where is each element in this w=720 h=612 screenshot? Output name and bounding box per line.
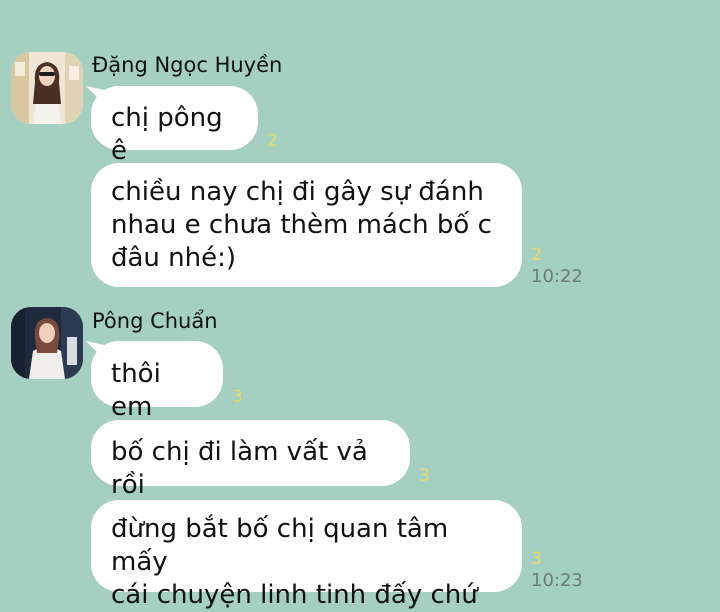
- message-text: cái chuyện linh tinh đấy chứ: [111, 580, 478, 610]
- sender-name: Pông Chuẩn: [92, 309, 218, 333]
- read-count: 2: [267, 131, 278, 151]
- message-bubble[interactable]: bố chị đi làm vất vả rồi: [91, 420, 410, 500]
- read-count: 3: [232, 387, 243, 407]
- message-bubble[interactable]: chiều nay chị đi gây sự đánh nhau e chưa…: [91, 163, 522, 287]
- message-bubble[interactable]: thôi em: [91, 341, 223, 422]
- message-text: thôi em: [111, 359, 161, 422]
- timestamp: 10:23: [531, 570, 583, 591]
- avatar-huyen[interactable]: [11, 52, 83, 124]
- message-text: đâu nhé:): [111, 243, 237, 273]
- message-text: chiều nay chị đi gây sự đánh: [111, 177, 484, 207]
- read-count: 3: [531, 549, 542, 569]
- sender-name: Đặng Ngọc Huyền: [92, 53, 283, 77]
- read-count: 2: [531, 245, 542, 265]
- message-text: bố chị đi làm vất vả rồi: [111, 437, 368, 500]
- message-bubble[interactable]: chị pông ê: [91, 86, 258, 166]
- profile-photo-chuan-icon: [11, 307, 83, 379]
- message-text: chị pông ê: [111, 103, 223, 166]
- profile-photo-huyen-icon: [11, 52, 83, 124]
- message-bubble[interactable]: đừng bắt bố chị quan tâm mấy cái chuyện …: [91, 500, 522, 610]
- read-count: 3: [419, 466, 430, 486]
- message-text: nhau e chưa thèm mách bố c: [111, 210, 492, 240]
- timestamp: 10:22: [531, 266, 583, 287]
- avatar-chuan[interactable]: [11, 307, 83, 379]
- message-text: đừng bắt bố chị quan tâm mấy: [111, 514, 449, 577]
